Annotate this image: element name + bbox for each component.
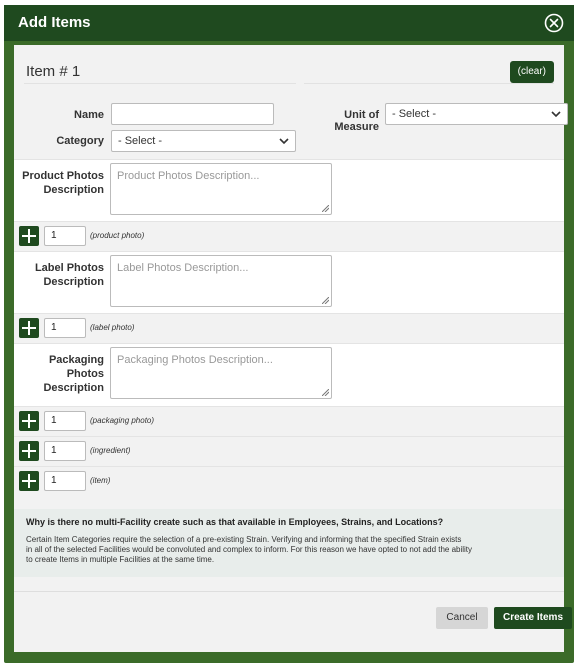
plus-icon xyxy=(22,444,36,458)
info-answer: Certain Item Categories require the sele… xyxy=(26,535,473,564)
ingredient-add-row: 1 (ingredient) xyxy=(14,436,564,465)
multi-facility-info-box: Why is there no multi-Facility create su… xyxy=(14,509,564,577)
footer-divider xyxy=(14,591,564,592)
packaging-photo-hint: (packaging photo) xyxy=(90,416,155,425)
packaging-photo-add-row: 1 (packaging photo) xyxy=(14,407,564,436)
item-heading: Item # 1 xyxy=(26,63,81,80)
label-photo-hint: (label photo) xyxy=(90,323,135,332)
plus-icon xyxy=(22,321,36,335)
product-photo-add-row: 1 (product photo) xyxy=(14,222,564,251)
label-photos-label: Label Photos Description xyxy=(34,262,104,288)
product-photos-label: Product Photos Description xyxy=(22,170,104,196)
product-photo-hint: (product photo) xyxy=(90,231,145,240)
ingredient-count-input[interactable]: 1 xyxy=(44,441,86,461)
label-photos-textarea[interactable]: Label Photos Description... xyxy=(110,255,332,307)
add-item-button[interactable] xyxy=(19,471,39,491)
label-photos-section: Label Photos Description Label Photos De… xyxy=(14,251,564,314)
close-icon[interactable] xyxy=(544,13,564,33)
product-photo-count-input[interactable]: 1 xyxy=(44,226,86,246)
create-items-button[interactable]: Create Items xyxy=(494,607,572,629)
resize-grip-icon[interactable] xyxy=(322,297,329,304)
unit-of-measure-select[interactable]: - Select - xyxy=(385,103,568,125)
name-input[interactable] xyxy=(111,103,274,125)
product-photos-section: Product Photos Description Product Photo… xyxy=(14,159,564,222)
divider xyxy=(304,83,554,84)
add-packaging-photo-button[interactable] xyxy=(19,411,39,431)
category-select[interactable]: - Select - xyxy=(111,130,296,152)
label-photo-count-input[interactable]: 1 xyxy=(44,318,86,338)
name-label: Name xyxy=(74,109,104,121)
plus-icon xyxy=(22,474,36,488)
product-photos-placeholder: Product Photos Description... xyxy=(117,170,260,182)
category-label: Category xyxy=(56,135,104,147)
add-product-photo-button[interactable] xyxy=(19,226,39,246)
unit-of-measure-label: Unit of Measure xyxy=(334,109,379,133)
add-items-modal: Add Items Item # 1 (clear) Name Unit of … xyxy=(4,5,574,663)
plus-icon xyxy=(22,229,36,243)
clear-button[interactable]: (clear) xyxy=(509,61,554,83)
category-selected: - Select - xyxy=(118,135,163,147)
chevron-down-icon xyxy=(279,138,289,145)
divider xyxy=(24,83,296,84)
chevron-down-icon xyxy=(551,111,561,118)
modal-header: Add Items xyxy=(4,5,574,41)
item-add-row: 1 (item) xyxy=(14,466,564,495)
item-count-input[interactable]: 1 xyxy=(44,471,86,491)
product-photos-textarea[interactable]: Product Photos Description... xyxy=(110,163,332,215)
ingredient-hint: (ingredient) xyxy=(90,446,131,455)
packaging-photos-label: Packaging Photos Description xyxy=(43,354,104,394)
packaging-photos-section: Packaging Photos Description Packaging P… xyxy=(14,343,564,407)
item-form-panel: Item # 1 (clear) Name Unit of Measure - … xyxy=(14,45,572,652)
resize-grip-icon[interactable] xyxy=(322,389,329,396)
packaging-photos-placeholder: Packaging Photos Description... xyxy=(117,354,273,366)
resize-grip-icon[interactable] xyxy=(322,205,329,212)
packaging-photos-textarea[interactable]: Packaging Photos Description... xyxy=(110,347,332,399)
plus-icon xyxy=(22,414,36,428)
packaging-photo-count-input[interactable]: 1 xyxy=(44,411,86,431)
cancel-button[interactable]: Cancel xyxy=(436,607,488,629)
add-label-photo-button[interactable] xyxy=(19,318,39,338)
label-photos-placeholder: Label Photos Description... xyxy=(117,262,249,274)
add-ingredient-button[interactable] xyxy=(19,441,39,461)
label-photo-add-row: 1 (label photo) xyxy=(14,314,564,343)
unit-of-measure-selected: - Select - xyxy=(392,108,437,120)
info-question: Why is there no multi-Facility create su… xyxy=(26,517,444,527)
modal-title: Add Items xyxy=(18,14,91,31)
item-hint: (item) xyxy=(90,476,111,485)
